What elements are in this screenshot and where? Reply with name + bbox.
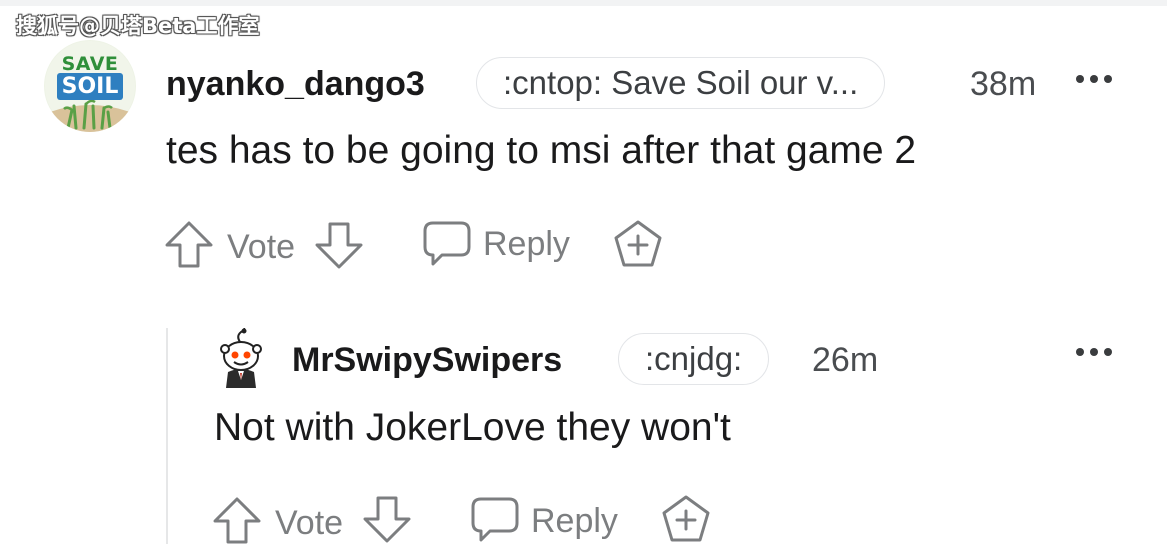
avatar[interactable]: SAVE SOIL <box>44 40 136 132</box>
thread-line[interactable] <box>166 328 168 544</box>
comment-body: tes has to be going to msi after that ga… <box>166 129 917 172</box>
comment-body: Not with JokerLove they won't <box>214 406 731 449</box>
more-options-icon[interactable] <box>1076 345 1120 359</box>
username[interactable]: nyanko_dango3 <box>166 64 425 104</box>
reply-button[interactable]: Reply <box>531 501 618 541</box>
vote-label: Vote <box>227 228 296 266</box>
upvote-icon[interactable] <box>164 220 214 270</box>
avatar-text-save: SAVE <box>61 53 119 75</box>
award-icon[interactable] <box>613 219 663 269</box>
top-divider <box>0 0 1167 6</box>
comment-bubble-icon[interactable] <box>470 496 520 544</box>
watermark: 搜狐号@贝塔Beta工作室 <box>16 14 260 38</box>
username[interactable]: MrSwipySwipers <box>292 340 562 380</box>
timestamp: 38m <box>970 65 1037 103</box>
user-flair: :cntop: Save Soil our v... <box>476 57 886 109</box>
vote-label: Vote <box>275 504 344 542</box>
timestamp: 26m <box>812 341 879 379</box>
avatar-text-soil: SOIL <box>44 73 136 100</box>
more-options-icon[interactable] <box>1076 72 1120 86</box>
downvote-icon[interactable] <box>362 494 412 544</box>
downvote-icon[interactable] <box>314 220 364 270</box>
reply-button[interactable]: Reply <box>483 224 570 264</box>
comment-bubble-icon[interactable] <box>422 220 472 268</box>
avatar-text-soil-label: SOIL <box>56 73 124 100</box>
upvote-icon[interactable] <box>212 496 262 546</box>
snoo-avatar-icon[interactable] <box>218 327 264 390</box>
user-flair: :cnjdg: <box>618 333 770 385</box>
award-icon[interactable] <box>661 494 711 544</box>
